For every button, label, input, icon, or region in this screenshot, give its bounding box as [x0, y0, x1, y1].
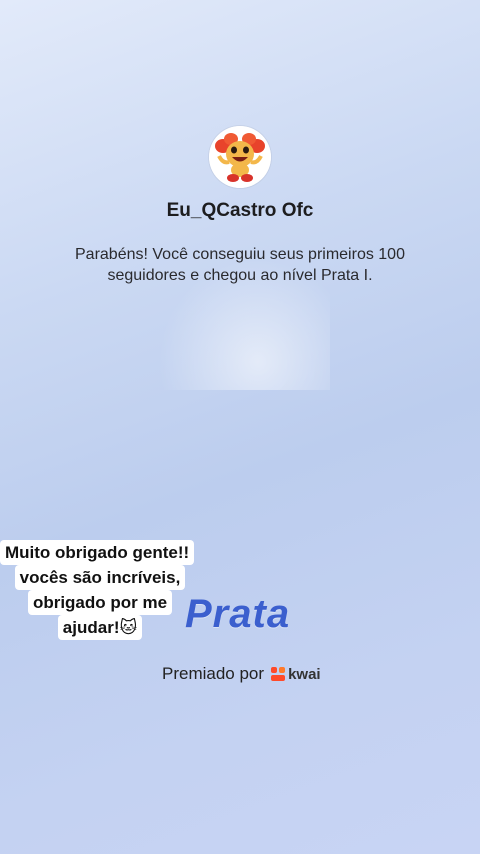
cartoon-character-avatar-icon: [209, 126, 271, 188]
caption-line: ajudar!🐱: [57, 615, 143, 640]
awarded-by: Premiado por kwai: [162, 664, 321, 684]
kwai-icon: [271, 667, 286, 681]
kwai-brand-text: kwai: [288, 665, 321, 683]
awarded-by-label: Premiado por: [162, 664, 265, 683]
caption-line: vocês são incríveis,: [14, 565, 186, 590]
username[interactable]: Eu_QCastro Ofc: [0, 200, 480, 222]
caption-line: obrigado por me: [27, 590, 173, 615]
caption-sticker: Muito obrigado gente!! vocês são incríve…: [0, 540, 200, 640]
congratulations-message: Parabéns! Você conseguiu seus primeiros …: [75, 246, 405, 284]
avatar[interactable]: [209, 126, 271, 188]
caption-line: Muito obrigado gente!!: [0, 540, 195, 565]
level-badge-label: Prata: [185, 592, 291, 636]
kwai-logo: kwai: [270, 666, 321, 683]
